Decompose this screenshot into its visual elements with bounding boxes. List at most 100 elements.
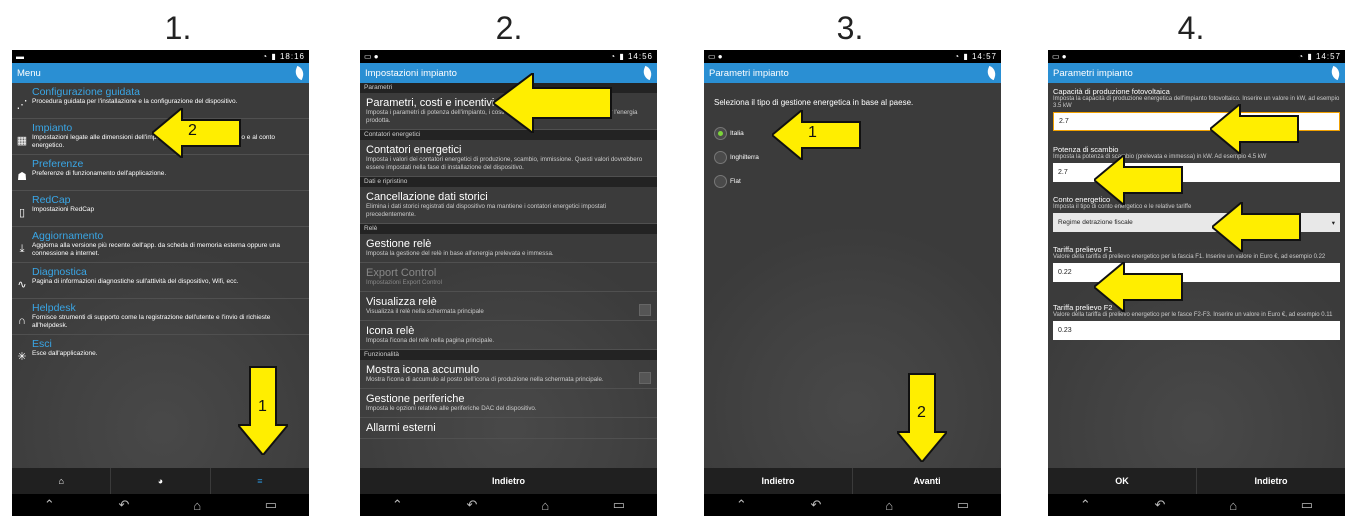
checkbox[interactable] (639, 304, 651, 316)
f2-input[interactable]: 0.23 (1053, 321, 1340, 340)
battery-icon: ▮ (1307, 52, 1313, 61)
menu-item-preferenze[interactable]: ☗ Preferenze Preferenze di funzionamento d… (12, 155, 309, 191)
setting-gestione-rele[interactable]: Gestione relè Imposta la gestione del rel… (360, 234, 657, 263)
back-icon[interactable]: ↶ (119, 497, 130, 513)
step-number: 3. (836, 10, 864, 46)
device-icon: ▯ (18, 207, 26, 219)
status-bar: ▭ ● ◔ ▮ 14:57 (704, 50, 1001, 63)
notification-icon: ▬ (16, 52, 24, 61)
field-f1: Tariffa prelievo F1 Valore della tariffa… (1048, 245, 1345, 282)
wifi-icon: ◔ (954, 52, 961, 61)
field-conto: Conto energetico Imposta il tipo di cont… (1048, 195, 1345, 232)
recents-icon[interactable]: ▭ (265, 497, 277, 513)
up-icon[interactable]: ⌃ (44, 497, 55, 513)
home-nav-icon[interactable]: ⌂ (885, 498, 893, 513)
status-bar: ▬ ◔ ▮ 18:16 (12, 50, 309, 63)
app-bar: Menu (12, 63, 309, 83)
radio-inghilterra[interactable]: Inghilterra (714, 151, 759, 164)
setting-visualizza-rele[interactable]: Visualizza relè Visualizza il relè nella … (360, 292, 657, 321)
recents-icon[interactable]: ▭ (957, 497, 969, 513)
field-f2: Tariffa prelievo F2 Valore della tariffa… (1048, 303, 1345, 340)
notification-icon: ▭ ● (364, 52, 379, 61)
status-bar: ▭ ● ◔ ▮ 14:57 (1048, 50, 1345, 63)
arrow-label: 1 (258, 398, 267, 415)
recents-icon[interactable]: ▭ (613, 497, 625, 513)
setting-icona-rele[interactable]: Icona relè Imposta l'icona del relè nella… (360, 321, 657, 350)
menu-icon: ≡ (257, 476, 263, 486)
next-button[interactable]: Avanti (853, 468, 1001, 494)
arrow-label: 2 (917, 404, 926, 421)
f1-input[interactable]: 0.22 (1053, 263, 1340, 282)
android-nav-bar: ⌃ ↶ ⌂ ▭ (1048, 494, 1345, 516)
radio-button[interactable] (714, 175, 727, 188)
radio-flat[interactable]: Flat (714, 175, 741, 188)
setting-contatori[interactable]: Contatori energetici Imposta i valori dei… (360, 140, 657, 177)
back-icon[interactable]: ↶ (467, 497, 478, 513)
status-time: 14:56 (627, 52, 653, 61)
step-number: 1. (164, 10, 192, 46)
battery-icon: ▮ (619, 52, 625, 61)
setting-allarmi[interactable]: Allarmi esterni (360, 418, 657, 439)
home-tab[interactable]: ⌂ (12, 468, 112, 494)
notification-icon: ▭ ● (708, 52, 723, 61)
up-icon[interactable]: ⌃ (392, 497, 403, 513)
back-button[interactable]: Indietro (1197, 468, 1345, 494)
recents-icon[interactable]: ▭ (1301, 497, 1313, 513)
setting-periferiche[interactable]: Gestione periferiche Imposta le opzioni r… (360, 389, 657, 418)
dropdown-arrow-icon: ▾ (1331, 219, 1335, 227)
menu-item-configurazione[interactable]: ⋰ Configurazione guidata Procedura guidata… (12, 83, 309, 119)
setting-parametri[interactable]: Parametri, costi e incentivi Imposta i pa… (360, 93, 657, 130)
leaf-icon (641, 65, 654, 81)
status-time: 14:57 (971, 52, 997, 61)
bottom-tab-bar: ⌂ ◕ ≡ (12, 468, 309, 494)
menu-item-diagnostica[interactable]: ∿ Diagnostica Pagina di informazioni diagn… (12, 263, 309, 299)
app-bar: Impostazioni impianto (360, 63, 657, 83)
bottom-button-bar: Indietro Avanti (704, 468, 1001, 494)
back-button[interactable]: Indietro (360, 468, 657, 494)
menu-tab[interactable]: ≡ (211, 468, 309, 494)
home-nav-icon[interactable]: ⌂ (541, 498, 549, 513)
potenza-input[interactable]: 2.7 (1053, 163, 1340, 182)
step-number: 4. (1177, 10, 1205, 46)
checkbox[interactable] (639, 372, 651, 384)
radio-button[interactable] (714, 151, 727, 164)
android-icon: ☗ (17, 171, 27, 183)
menu-item-helpdesk[interactable]: ∩ Helpdesk Fornisce strumenti di supporto … (12, 299, 309, 335)
capacita-input[interactable]: 2.7 (1053, 112, 1340, 131)
conto-select[interactable]: Regime detrazione fiscale ▾ (1053, 213, 1340, 232)
wifi-icon: ◔ (610, 52, 617, 61)
setting-cancellazione[interactable]: Cancellazione dati storici Elimina i dati… (360, 187, 657, 224)
up-icon[interactable]: ⌃ (736, 497, 747, 513)
section-header: Contatori energetici (360, 130, 657, 140)
bottom-button-bar: OK Indietro (1048, 468, 1345, 494)
instruction-text: Seleziona il tipo di gestione energetica… (714, 98, 914, 107)
page-title: Menu (17, 67, 41, 79)
menu-item-esci[interactable]: ✳ Esci Esce dall'applicazione. (12, 335, 309, 371)
setting-export-control[interactable]: Export Control Impostazioni Export Contro… (360, 263, 657, 292)
app-bar: Parametri impianto (704, 63, 1001, 83)
page-title: Parametri impianto (1053, 67, 1133, 79)
up-icon[interactable]: ⌃ (1080, 497, 1091, 513)
field-potenza: Potenza di scambio Imposta la potenza di… (1048, 145, 1345, 182)
leaf-icon (293, 65, 306, 81)
notification-icon: ▭ ● (1052, 52, 1067, 61)
android-nav-bar: ⌃ ↶ ⌂ ▭ (12, 494, 309, 516)
chart-tab[interactable]: ◕ (111, 468, 211, 494)
home-nav-icon[interactable]: ⌂ (193, 498, 201, 513)
phone-screen-parameters: ▭ ● ◔ ▮ 14:57 Parametri impianto Capacit… (1048, 50, 1345, 516)
ok-button[interactable]: OK (1048, 468, 1197, 494)
back-button[interactable]: Indietro (704, 468, 853, 494)
menu-item-aggiornamento[interactable]: ⤓ Aggiornamento Aggiorna alla versione più… (12, 227, 309, 263)
page-title: Impostazioni impianto (365, 67, 457, 79)
back-icon[interactable]: ↶ (811, 497, 822, 513)
section-header: Parametri (360, 83, 657, 93)
menu-item-impianto[interactable]: ▦ Impianto Impostazioni legate alle dimens… (12, 119, 309, 155)
menu-item-redcap[interactable]: ▯ RedCap Impostazioni RedCap (12, 191, 309, 227)
back-icon[interactable]: ↶ (1155, 497, 1166, 513)
setting-mostra-accumulo[interactable]: Mostra icona accumulo Mostra l'icona di a… (360, 360, 657, 389)
download-icon: ⤓ (19, 243, 25, 255)
home-nav-icon[interactable]: ⌂ (1229, 498, 1237, 513)
radio-button[interactable] (714, 127, 727, 140)
exit-icon: ✳ (17, 351, 27, 363)
radio-italia[interactable]: Italia (714, 127, 744, 140)
